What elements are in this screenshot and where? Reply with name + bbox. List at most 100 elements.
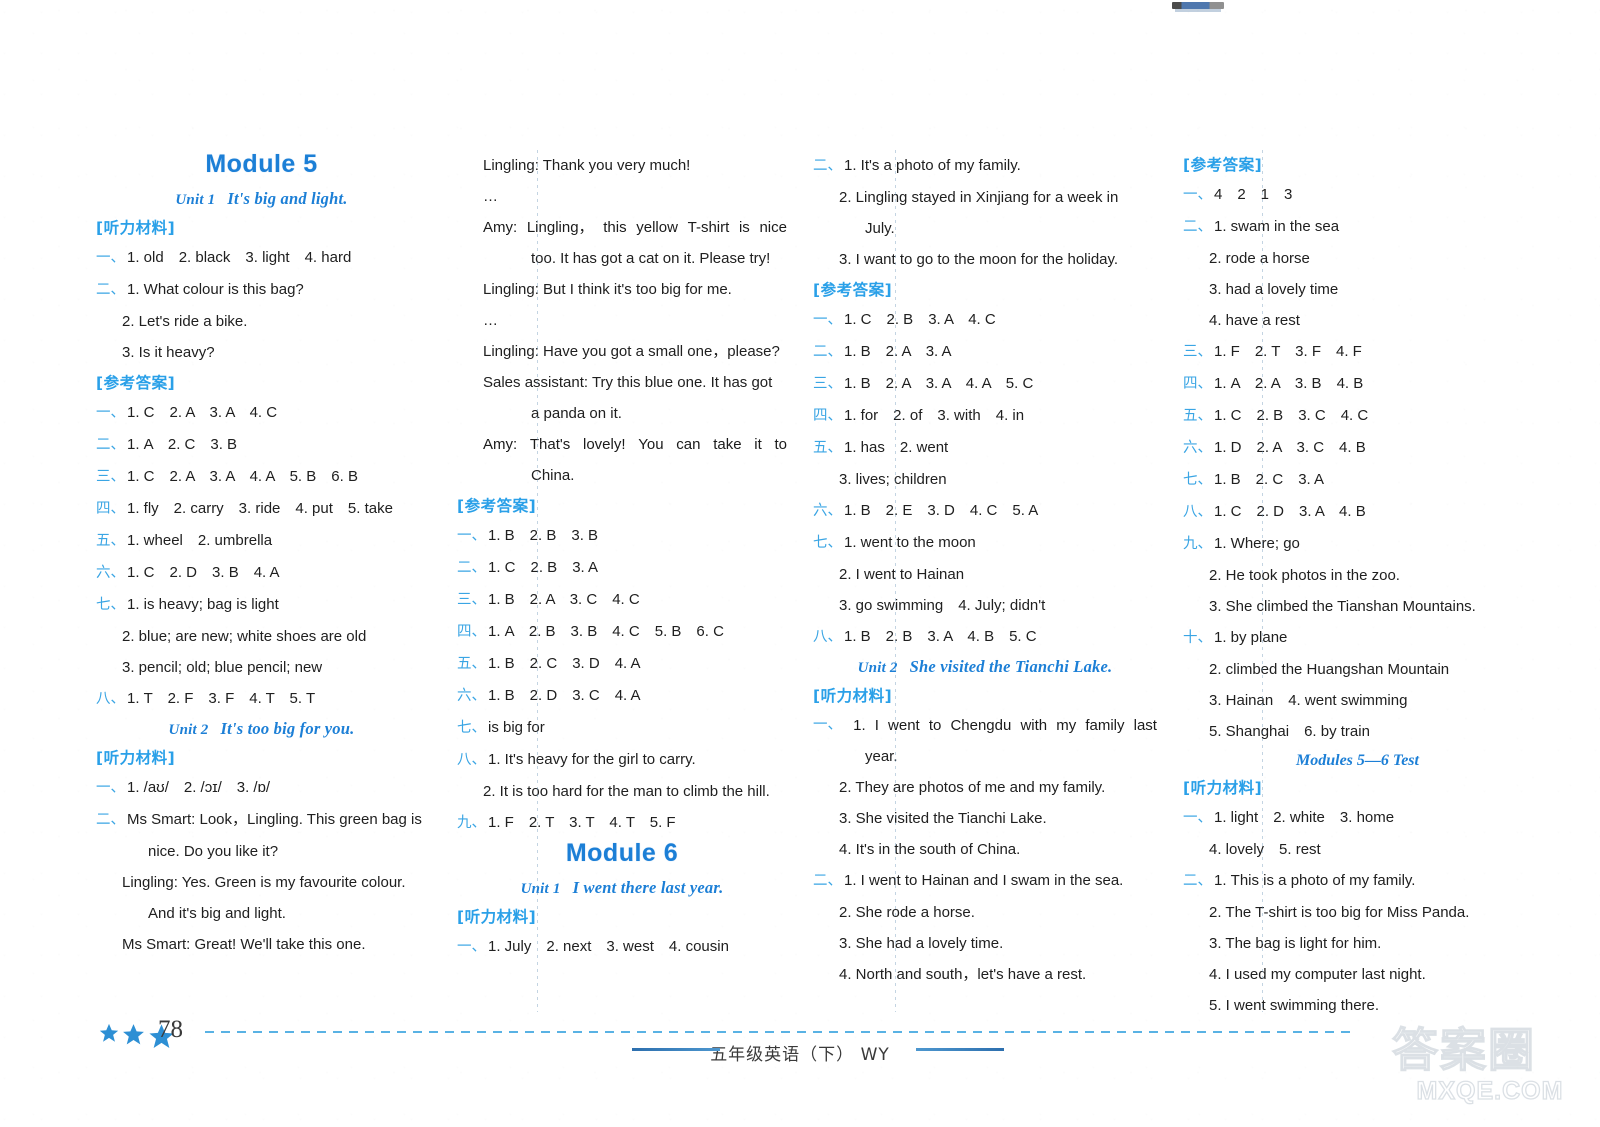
line-word: is <box>738 219 750 236</box>
line-word: can <box>676 436 701 453</box>
answer-text: 3. The bag is light for him. <box>1209 935 1382 952</box>
answer-text: 1. old 2. black 3. light 4. hard <box>127 249 352 266</box>
answer-text: 1. C 2. B 3. C 4. C <box>1214 407 1369 424</box>
answer-line: 2. The T-shirt is too big for Miss Panda… <box>1183 897 1532 928</box>
section-number-cn: 二、 <box>96 282 125 298</box>
answer-text: 2. They are photos of me and my family. <box>839 779 1106 796</box>
answer-text: 1. C 2. D 3. B 4. A <box>127 564 280 581</box>
line-word: my <box>1056 717 1077 734</box>
section-number-cn: 四、 <box>813 408 842 424</box>
unit-title-text: She visited the Tianchi Lake. <box>909 657 1113 676</box>
line-word: it <box>754 436 762 453</box>
section-number-cn: 五、 <box>96 533 125 549</box>
answer-line: 3. She climbed the Tianshan Mountains. <box>1183 591 1532 622</box>
answer-line: 三、 1. B 2. A 3. A 4. A 5. C <box>813 368 1157 400</box>
answer-text: 1. has 2. went <box>844 439 949 456</box>
answer-text: 4. North and south，let's have a rest. <box>839 966 1087 983</box>
section-number-cn: 九、 <box>457 815 486 831</box>
answer-text: 1. B 2. C 3. A <box>1214 471 1325 488</box>
unit-heading: Unit 1 I went there last year. <box>457 878 787 898</box>
answer-line: 一、 1. July 2. next 3. west 4. cousin <box>457 931 787 963</box>
answer-text: 1. for 2. of 3. with 4. in <box>844 407 1025 424</box>
answer-text: 1. B 2. B 3. A 4. B 5. C <box>844 628 1037 645</box>
section-number-cn: 二、 <box>96 437 125 453</box>
section-number-cn: 三、 <box>1183 344 1212 360</box>
section-number-cn: 六、 <box>813 503 842 519</box>
answer-line: 2. It is too hard for the man to climb t… <box>457 776 787 807</box>
answer-key-page: Module 5 Unit 1 It's big and light. [听力材料] 一… <box>0 0 1600 1127</box>
line-word: to <box>774 436 787 453</box>
answer-line: too. It has got a cat on it. Please try! <box>457 243 787 274</box>
answer-text: 1. went to the moon <box>844 534 976 551</box>
answer-line: 3. Is it heavy? <box>96 337 427 368</box>
section-number-cn: 一、 <box>813 312 842 328</box>
answer-text: 1. B 2. C 3. D 4. A <box>488 655 641 672</box>
answer-line: 二、 1. I went to Hainan and I swam in the … <box>813 865 1157 897</box>
answer-line: Lingling: Yes. Green is my favourite col… <box>96 867 427 898</box>
answer-line: Lingling: But I think it's too big for m… <box>457 274 787 305</box>
unit-title-text: It's too big for you. <box>220 719 355 738</box>
answer-line: 四、 1. A 2. B 3. B 4. C 5. B 6. C <box>457 616 787 648</box>
answer-line: 七、 1. B 2. C 3. A <box>1183 464 1532 496</box>
answer-text: Ms Smart: Look，Lingling. This green bag … <box>127 811 422 828</box>
answer-text: 2. The T-shirt is too big for Miss Panda… <box>1209 904 1470 921</box>
answer-line: 五、 1. has 2. went <box>813 432 1157 464</box>
answer-line: 二、 1. C 2. B 3. A <box>457 552 787 584</box>
line-word: last <box>1133 717 1157 734</box>
listening-material-heading: [听力材料] <box>96 219 176 237</box>
unit-title-text: I went there last year. <box>572 878 724 897</box>
answer-text: Lingling: Thank you very much! <box>483 157 691 174</box>
section-number-cn: 五、 <box>813 440 842 456</box>
answer-text: 1. F 2. T 3. T 4. T 5. F <box>488 814 676 831</box>
answer-text: 4. It's in the south of China. <box>839 841 1021 858</box>
section-number-cn: 四、 <box>457 624 486 640</box>
listening-material-heading: [听力材料] <box>96 749 176 767</box>
answer-line: year. <box>813 741 1157 772</box>
answer-line: 3. lives; children <box>813 464 1157 495</box>
answer-text: 1. Where; go <box>1214 535 1300 552</box>
answer-line: 五、 1. C 2. B 3. C 4. C <box>1183 400 1532 432</box>
answer-text: a panda on it. <box>531 405 622 422</box>
section-number-cn: 三、 <box>96 469 125 485</box>
line-word: Chengdu <box>950 717 1012 734</box>
answer-line: China. <box>457 460 787 491</box>
answer-text: 1. A 2. C 3. B <box>127 436 238 453</box>
answer-line: 八、 1. B 2. B 3. A 4. B 5. C <box>813 621 1157 653</box>
unit-heading: Unit 2 It's too big for you. <box>96 719 427 739</box>
answer-text: 1. by plane <box>1214 629 1288 646</box>
answer-text: 1. B 2. A 3. A <box>844 343 952 360</box>
section-number-cn: 一、 <box>1183 810 1212 826</box>
answer-text: … <box>483 188 498 205</box>
listening-material-heading: [听力材料] <box>813 687 893 705</box>
answer-text: Lingling: Have you got a small one，pleas… <box>483 343 780 360</box>
line-word: this <box>603 219 627 236</box>
column-divider <box>537 150 538 1012</box>
answer-text: 1. A 2. A 3. B 4. B <box>1214 375 1364 392</box>
section-number-cn: 五、 <box>1183 408 1212 424</box>
answer-text: Lingling: Yes. Green is my favourite col… <box>122 874 406 891</box>
section-number-cn: 六、 <box>1183 440 1212 456</box>
module-heading: Module 5 <box>205 150 318 178</box>
unit-title-text: It's big and light. <box>227 189 348 208</box>
section-number-cn: 七、 <box>1183 472 1212 488</box>
answer-text: 1. B 2. A 3. A 4. A 5. C <box>844 375 1034 392</box>
column-4: [参考答案] 一、 4 2 1 3 二、 1. swam in the sea 2. ro… <box>1165 150 1532 1014</box>
answer-text: 1. It's a photo of my family. <box>844 157 1021 174</box>
column-1: Module 5 Unit 1 It's big and light. [听力材料] 一… <box>96 150 441 1012</box>
answer-text: 1. /aʊ/ 2. /ɔɪ/ 3. /ɒ/ <box>127 779 271 796</box>
footer-rule-left <box>632 1048 720 1051</box>
answer-line: 3. The bag is light for him. <box>1183 928 1532 959</box>
line-word: yellow <box>636 219 678 236</box>
answer-line: 一、 1. C 2. B 3. A 4. C <box>813 304 1157 336</box>
section-number-cn: 二、 <box>457 560 486 576</box>
answer-text: 1. C 2. D 3. A 4. B <box>1214 503 1366 520</box>
answer-text: Lingling: But I think it's too big for m… <box>483 281 732 298</box>
answer-line: 二、 1. It's a photo of my family. <box>813 150 1157 182</box>
answer-line: 四、 1. for 2. of 3. with 4. in <box>813 400 1157 432</box>
section-number-cn: 五、 <box>457 656 486 672</box>
answer-text: 1. B 2. A 3. C 4. C <box>488 591 640 608</box>
answer-text: Sales assistant: Try this blue one. It h… <box>483 374 773 391</box>
section-number-cn: 九、 <box>1183 536 1212 552</box>
answer-text: 3. lives; children <box>839 471 947 488</box>
answer-text: too. It has got a cat on it. Please try! <box>531 250 771 267</box>
